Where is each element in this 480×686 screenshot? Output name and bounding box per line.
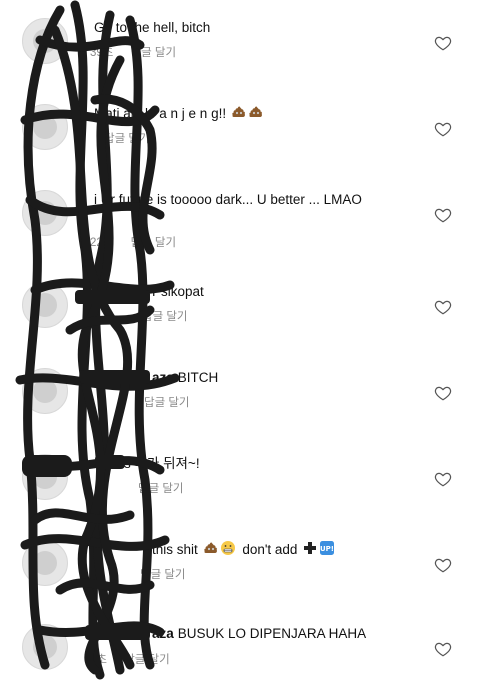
heart-outline-icon[interactable] xyxy=(434,120,452,138)
avatar[interactable] xyxy=(22,282,68,328)
comment-text: Psikopat xyxy=(148,282,420,301)
heart-outline-icon[interactable] xyxy=(434,298,452,316)
comment-time: 39초 xyxy=(90,47,114,59)
comment-time: 22초 xyxy=(90,237,114,249)
reply-button[interactable]: 답글 달기 xyxy=(140,569,186,581)
comment-meta: 22초 답글 달기 xyxy=(90,234,176,250)
comment-text: aza BUSUK LO DIPENJARA HAHA xyxy=(152,624,420,643)
avatar[interactable] xyxy=(22,104,68,150)
reply-button[interactable]: 답글 달기 xyxy=(138,483,184,495)
plus-emoji xyxy=(304,542,317,554)
comment-meta: 39초 답글 달기 xyxy=(90,44,176,60)
comment-body: BUSUK LO DIPENJARA HAHA xyxy=(177,626,367,641)
comment-username[interactable]: aza xyxy=(152,370,174,385)
reply-button[interactable]: 답글 달기 xyxy=(144,397,190,409)
grimace-emoji xyxy=(220,541,235,555)
up-button-emoji: UP! xyxy=(320,541,334,555)
reply-button[interactable]: 답글 달기 xyxy=(104,133,150,145)
avatar[interactable] xyxy=(22,624,68,670)
heart-outline-icon[interactable] xyxy=(434,384,452,402)
poo-emoji xyxy=(249,106,262,117)
comment-body: i Ur future is tooooo dark... U better .… xyxy=(94,192,362,207)
comment-text: i Ur future is tooooo dark... U better .… xyxy=(90,190,420,209)
comment-time: 4초 xyxy=(90,654,107,666)
comment-meta: 답글 달기 xyxy=(128,308,188,324)
avatar[interactable] xyxy=(22,368,68,414)
comment-item: s 나가 뒤져~! 답글 달기 xyxy=(0,436,480,516)
heart-outline-icon[interactable] xyxy=(434,470,452,488)
comment-item: aza BITCH 답글 달기 xyxy=(0,350,480,430)
comment-body: this shit xyxy=(152,542,198,557)
avatar[interactable] xyxy=(22,18,68,64)
comment-text: Mati aja lo a n j e n g!! xyxy=(90,104,420,123)
avatar[interactable] xyxy=(22,454,68,500)
comment-item: aza BUSUK LO DIPENJARA HAHA 4초 답글 달기 xyxy=(0,606,480,686)
comment-body-after: don't add xyxy=(242,542,298,557)
comment-meta: 4초 답글 달기 xyxy=(90,651,170,667)
comment-text: this shit don't add UP! xyxy=(148,540,420,559)
comment-item: i Ur future is tooooo dark... U better .… xyxy=(0,172,480,252)
comment-item: Mati aja lo a n j e n g!! 답글 달기 xyxy=(0,86,480,166)
reply-button[interactable]: 답글 달기 xyxy=(131,47,177,59)
poo-emoji xyxy=(232,106,245,117)
avatar[interactable] xyxy=(22,540,68,586)
comment-item: Psikopat 답글 달기 xyxy=(0,266,480,346)
comment-username[interactable]: aza xyxy=(152,626,174,641)
comment-body: BITCH xyxy=(177,370,219,385)
comment-text: aza BITCH xyxy=(152,368,420,387)
comment-text: s 나가 뒤져~! xyxy=(120,454,420,473)
comment-body: Mati aja lo a n j e n g!! xyxy=(94,106,227,121)
heart-outline-icon[interactable] xyxy=(434,640,452,658)
heart-outline-icon[interactable] xyxy=(434,206,452,224)
comment-body: Psikopat xyxy=(152,284,204,299)
heart-outline-icon[interactable] xyxy=(434,34,452,52)
reply-button[interactable]: 답글 달기 xyxy=(131,237,177,249)
comment-body: s 나가 뒤져~! xyxy=(124,456,200,471)
comment-meta: 답글 달기 xyxy=(130,394,190,410)
comment-meta: 답글 달기 xyxy=(124,480,184,496)
comment-body: Go to the hell, bitch xyxy=(94,20,211,35)
comment-item: Go to the hell, bitch 39초 답글 달기 xyxy=(0,0,480,80)
reply-button[interactable]: 답글 달기 xyxy=(142,311,188,323)
comment-meta: 답글 달기 xyxy=(90,130,150,146)
poo-emoji xyxy=(203,542,217,553)
comment-text: Go to the hell, bitch xyxy=(90,18,420,37)
avatar[interactable] xyxy=(22,190,68,236)
heart-outline-icon[interactable] xyxy=(434,556,452,574)
svg-text:UP!: UP! xyxy=(320,545,334,553)
reply-button[interactable]: 답글 달기 xyxy=(124,654,170,666)
comment-item: this shit don't add UP! 답글 달기 xyxy=(0,522,480,602)
comment-meta: 답글 달기 xyxy=(126,566,186,582)
